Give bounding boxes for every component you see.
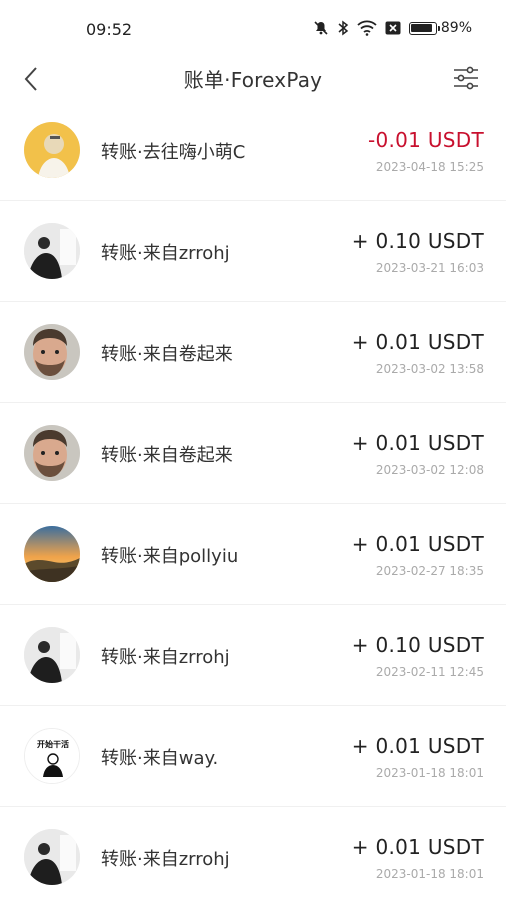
transaction-date: 2023-03-21 16:03	[375, 261, 484, 275]
wifi-icon	[357, 20, 377, 36]
bearded-man-avatar	[24, 425, 80, 481]
transaction-date: 2023-02-11 12:45	[375, 665, 484, 679]
transaction-row[interactable]: 转账·来自zrrohj + 0.10 USDT 2023-02-11 12:45	[0, 605, 506, 706]
yellow-person-avatar	[24, 122, 80, 178]
transaction-list: 转账·去往嗨小萌C -0.01 USDT 2023-04-18 15:25 转账…	[0, 100, 506, 908]
transaction-date: 2023-03-02 12:08	[375, 463, 484, 477]
text-figure-avatar: 开始干活	[24, 728, 80, 784]
transaction-amount: + 0.01 USDT	[351, 835, 484, 859]
bearded-man-avatar	[24, 324, 80, 380]
sliders-icon	[454, 66, 478, 90]
battery-icon	[408, 21, 440, 35]
transaction-amount: -0.01 USDT	[367, 128, 484, 152]
transaction-row[interactable]: 转账·来自zrrohj + 0.10 USDT 2023-03-21 16:03	[0, 201, 506, 302]
transaction-amount: + 0.10 USDT	[351, 633, 484, 657]
transaction-date: 2023-01-18 18:01	[375, 867, 484, 881]
transaction-title: 转账·来自卷起来	[101, 344, 233, 365]
status-icons: 89%	[313, 20, 472, 36]
transaction-row[interactable]: 转账·来自zrrohj + 0.01 USDT 2023-01-18 18:01	[0, 807, 506, 908]
transaction-row[interactable]: 转账·来自卷起来 + 0.01 USDT 2023-03-02 12:08	[0, 403, 506, 504]
transaction-title: 转账·来自zrrohj	[101, 647, 230, 668]
nav-bar: 账单·ForexPay	[0, 58, 506, 102]
transaction-amount: + 0.10 USDT	[351, 229, 484, 253]
transaction-date: 2023-04-18 15:25	[375, 160, 484, 174]
status-bar: 09:52 89%	[0, 0, 506, 58]
man-in-suit-avatar	[24, 829, 80, 885]
transaction-title: 转账·来自卷起来	[101, 445, 233, 466]
transaction-title: 转账·来自pollyiu	[101, 546, 239, 567]
filter-button[interactable]	[452, 64, 480, 92]
transaction-date: 2023-02-27 18:35	[375, 564, 484, 578]
transaction-date: 2023-03-02 13:58	[375, 362, 484, 376]
transaction-row[interactable]: 转账·来自pollyiu + 0.01 USDT 2023-02-27 18:3…	[0, 504, 506, 605]
man-in-suit-avatar	[24, 223, 80, 279]
status-time: 09:52	[86, 20, 133, 39]
transaction-title: 转账·来自zrrohj	[101, 849, 230, 870]
transaction-amount: + 0.01 USDT	[351, 532, 484, 556]
bluetooth-icon	[337, 20, 349, 36]
man-in-suit-avatar	[24, 627, 80, 683]
battery-indicator: 89%	[408, 20, 472, 36]
transaction-title: 转账·来自zrrohj	[101, 243, 230, 264]
battery-percent: 89%	[440, 20, 472, 36]
transaction-amount: + 0.01 USDT	[351, 330, 484, 354]
transaction-date: 2023-01-18 18:01	[375, 766, 484, 780]
transaction-row[interactable]: 转账·去往嗨小萌C -0.01 USDT 2023-04-18 15:25	[0, 100, 506, 201]
svg-text:开始干活: 开始干活	[37, 739, 69, 749]
transaction-amount: + 0.01 USDT	[351, 734, 484, 758]
transaction-amount: + 0.01 USDT	[351, 431, 484, 455]
mute-icon	[313, 20, 329, 36]
transaction-row[interactable]: 开始干活 转账·来自way. + 0.01 USDT 2023-01-18 18…	[0, 706, 506, 807]
transaction-title: 转账·来自way.	[101, 748, 219, 769]
transaction-row[interactable]: 转账·来自卷起来 + 0.01 USDT 2023-03-02 13:58	[0, 302, 506, 403]
sunset-landscape-avatar	[24, 526, 80, 582]
sim-x-icon	[385, 21, 401, 35]
transaction-title: 转账·去往嗨小萌C	[101, 142, 246, 163]
page-title: 账单·ForexPay	[183, 68, 323, 92]
